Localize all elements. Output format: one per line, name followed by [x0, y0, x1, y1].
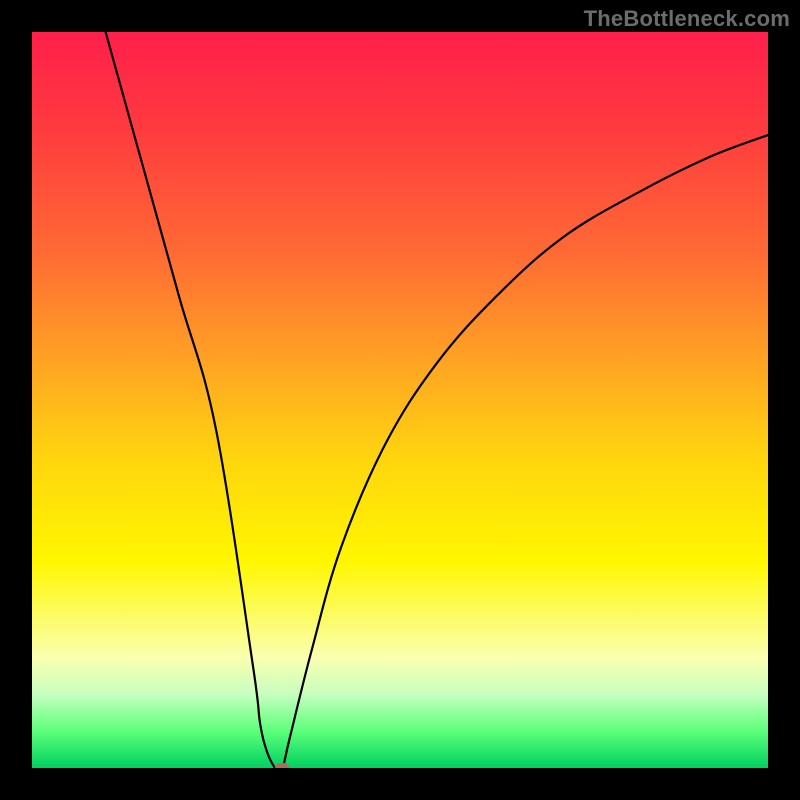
- bottleneck-marker: [275, 763, 289, 768]
- bottleneck-curve: [106, 32, 768, 768]
- chart-frame: TheBottleneck.com: [0, 0, 800, 800]
- curve-svg: [32, 32, 768, 768]
- plot-area: [32, 32, 768, 768]
- watermark-text: TheBottleneck.com: [584, 6, 790, 32]
